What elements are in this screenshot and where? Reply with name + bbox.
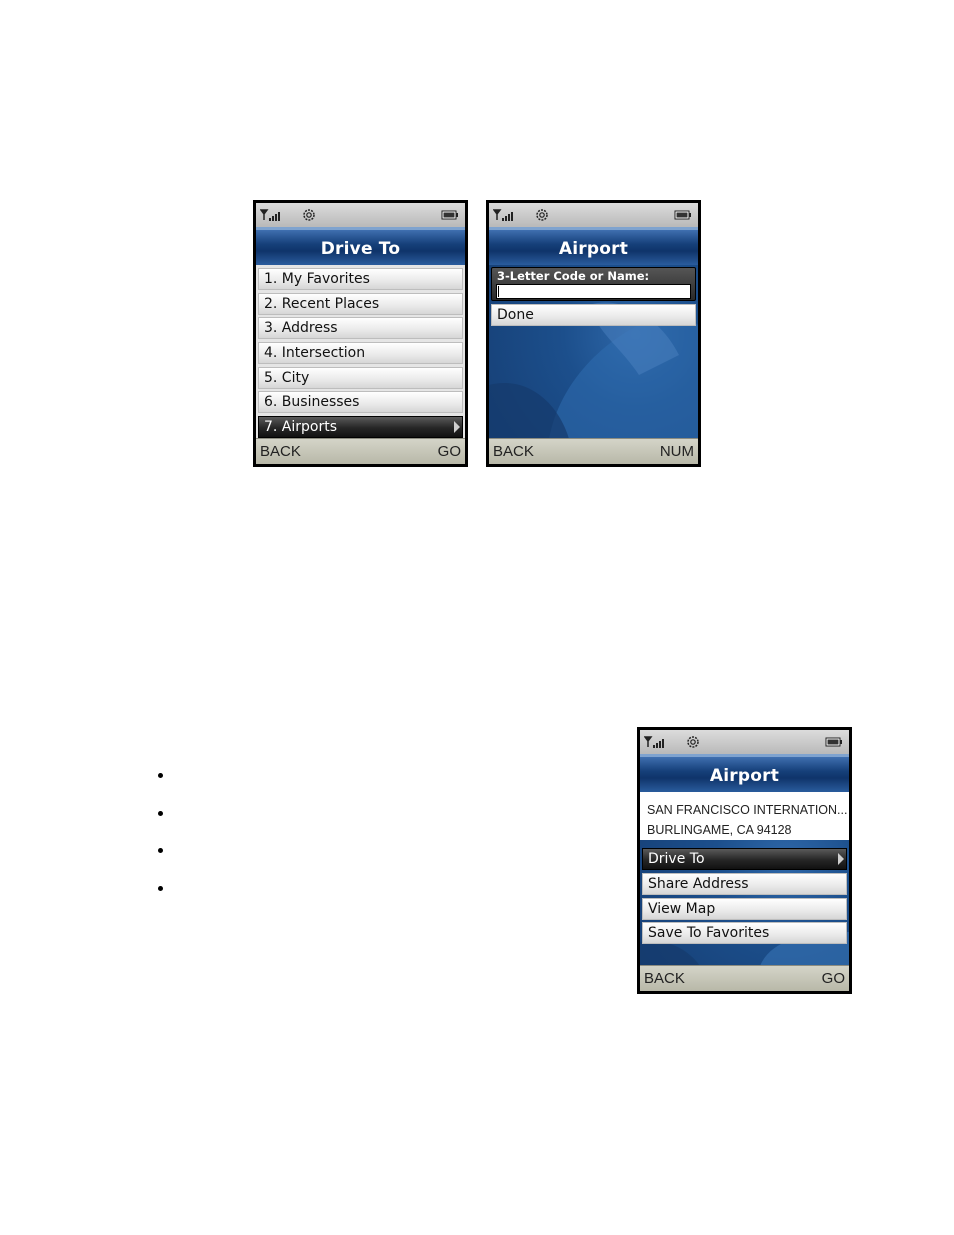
phone-screen-drive-to: Drive To 1. My Favorites 2. Recent Place…: [253, 200, 468, 467]
airport-name: SAN FRANCISCO INTERNATION...: [647, 803, 848, 817]
back-softkey[interactable]: BACK: [260, 443, 301, 460]
done-button[interactable]: Done: [491, 304, 696, 326]
menu-item-intersection[interactable]: 4. Intersection: [258, 342, 463, 364]
go-softkey[interactable]: GO: [438, 443, 461, 460]
view-map-action[interactable]: View Map: [642, 898, 847, 920]
title-bar: Drive To: [256, 227, 465, 265]
bullet-point: [158, 811, 163, 816]
menu-item-my-favorites[interactable]: 1. My Favorites: [258, 268, 463, 290]
screen-airport-detail: Airport SAN FRANCISCO INTERNATION... BUR…: [640, 730, 849, 991]
status-bar: [640, 730, 849, 754]
airport-address: BURLINGAME, CA 94128: [647, 823, 792, 837]
menu-item-label: 7. Airports: [264, 419, 338, 435]
bullet-point: [158, 886, 163, 891]
menu-item-businesses[interactable]: 6. Businesses: [258, 391, 463, 413]
text-caret: [498, 286, 499, 297]
status-bar: [256, 203, 465, 227]
screen-airport-search: Airport 3-Letter Code or Name: Done BACK…: [489, 203, 698, 464]
save-to-favorites-action[interactable]: Save To Favorites: [642, 922, 847, 944]
status-bar: [489, 203, 698, 227]
code-or-name-field-group: 3-Letter Code or Name:: [491, 267, 696, 301]
go-softkey[interactable]: GO: [822, 970, 845, 987]
screen-title: Drive To: [320, 239, 401, 259]
signal-icon: [493, 209, 513, 221]
softkey-bar: BACK GO: [640, 965, 849, 991]
share-address-action[interactable]: Share Address: [642, 873, 847, 895]
menu-item-recent-places[interactable]: 2. Recent Places: [258, 293, 463, 315]
menu-list: 1. My Favorites 2. Recent Places 3. Addr…: [256, 265, 465, 439]
field-label: 3-Letter Code or Name:: [497, 269, 650, 283]
gear-icon: [303, 209, 315, 221]
action-label: Drive To: [648, 851, 705, 867]
screen-drive-to: Drive To 1. My Favorites 2. Recent Place…: [256, 203, 465, 464]
back-softkey[interactable]: BACK: [493, 443, 534, 460]
menu-item-airports[interactable]: 7. Airports: [258, 416, 463, 438]
menu-item-city[interactable]: 5. City: [258, 367, 463, 389]
phone-screen-airport-detail: Airport SAN FRANCISCO INTERNATION... BUR…: [637, 727, 852, 994]
bullet-point: [158, 773, 163, 778]
chevron-right-icon: [454, 421, 460, 433]
gear-icon: [687, 736, 699, 748]
chevron-right-icon: [838, 853, 844, 865]
softkey-bar: BACK GO: [256, 438, 465, 464]
phone-screen-airport-search: Airport 3-Letter Code or Name: Done BACK…: [486, 200, 701, 467]
battery-icon: [674, 210, 691, 220]
battery-icon: [825, 737, 842, 747]
airport-search-input[interactable]: [496, 284, 691, 299]
drive-to-action[interactable]: Drive To: [642, 848, 847, 870]
menu-item-address[interactable]: 3. Address: [258, 317, 463, 339]
title-bar: Airport: [489, 227, 698, 265]
title-bar: Airport: [640, 754, 849, 792]
num-softkey[interactable]: NUM: [660, 443, 694, 460]
gear-icon: [536, 209, 548, 221]
screen-title: Airport: [709, 766, 780, 786]
signal-icon: [644, 736, 664, 748]
bullet-point: [158, 848, 163, 853]
signal-icon: [260, 209, 280, 221]
back-softkey[interactable]: BACK: [644, 970, 685, 987]
airport-info: SAN FRANCISCO INTERNATION... BURLINGAME,…: [640, 792, 849, 840]
battery-icon: [441, 210, 458, 220]
screen-title: Airport: [558, 239, 629, 259]
softkey-bar: BACK NUM: [489, 438, 698, 464]
